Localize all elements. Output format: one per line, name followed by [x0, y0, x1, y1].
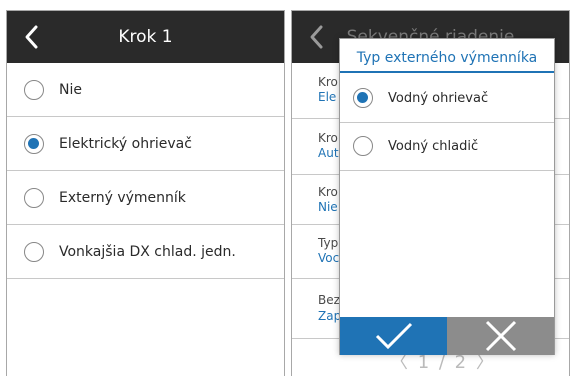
radio-button-selected[interactable]	[24, 134, 44, 154]
item-title: Typ	[318, 236, 339, 250]
option-nie[interactable]: Nie	[7, 63, 284, 117]
check-icon	[375, 322, 413, 350]
item-value: Ele	[318, 90, 337, 104]
left-screen: Krok 1 Nie Elektrický ohrievač Externý v…	[6, 10, 285, 376]
header: Krok 1	[7, 11, 284, 63]
radio-button[interactable]	[353, 136, 373, 156]
back-chevron-icon[interactable]	[308, 24, 326, 50]
item-value: Aut	[318, 146, 339, 160]
option-vodny-ohrievac[interactable]: Vodný ohrievač	[340, 75, 554, 123]
radio-button[interactable]	[24, 80, 44, 100]
option-label: Externý výmenník	[59, 190, 186, 206]
radio-button-selected[interactable]	[353, 88, 373, 108]
item-title: Kro	[318, 131, 338, 145]
option-externy-vymennik[interactable]: Externý výmenník	[7, 171, 284, 225]
option-vonkajsia-dx[interactable]: Vonkajšia DX chlad. jedn.	[7, 225, 284, 279]
item-value: Voc	[318, 251, 340, 265]
back-chevron-icon[interactable]	[23, 24, 41, 50]
option-label: Elektrický ohrievač	[59, 136, 192, 152]
cancel-button[interactable]	[447, 317, 554, 355]
radio-button[interactable]	[24, 242, 44, 262]
close-icon	[485, 320, 517, 352]
item-value: Nie	[318, 200, 338, 214]
option-vodny-chladic[interactable]: Vodný chladič	[340, 123, 554, 171]
radio-button[interactable]	[24, 188, 44, 208]
item-value: Zap	[318, 309, 342, 323]
option-label: Nie	[59, 82, 82, 98]
exchanger-type-dialog: Typ externého výmenníka Vodný ohrievač V…	[339, 38, 555, 355]
page-title: Krok 1	[118, 27, 173, 47]
item-title: Kro	[318, 185, 338, 199]
item-title: Kro	[318, 75, 338, 89]
option-label: Vodný ohrievač	[388, 91, 489, 106]
dialog-title: Typ externého výmenníka	[340, 39, 554, 73]
option-label: Vonkajšia DX chlad. jedn.	[59, 244, 236, 260]
item-title: Bez	[318, 293, 340, 307]
option-label: Vodný chladič	[388, 139, 479, 154]
confirm-button[interactable]	[340, 317, 447, 355]
option-elektricky-ohrievac[interactable]: Elektrický ohrievač	[7, 117, 284, 171]
